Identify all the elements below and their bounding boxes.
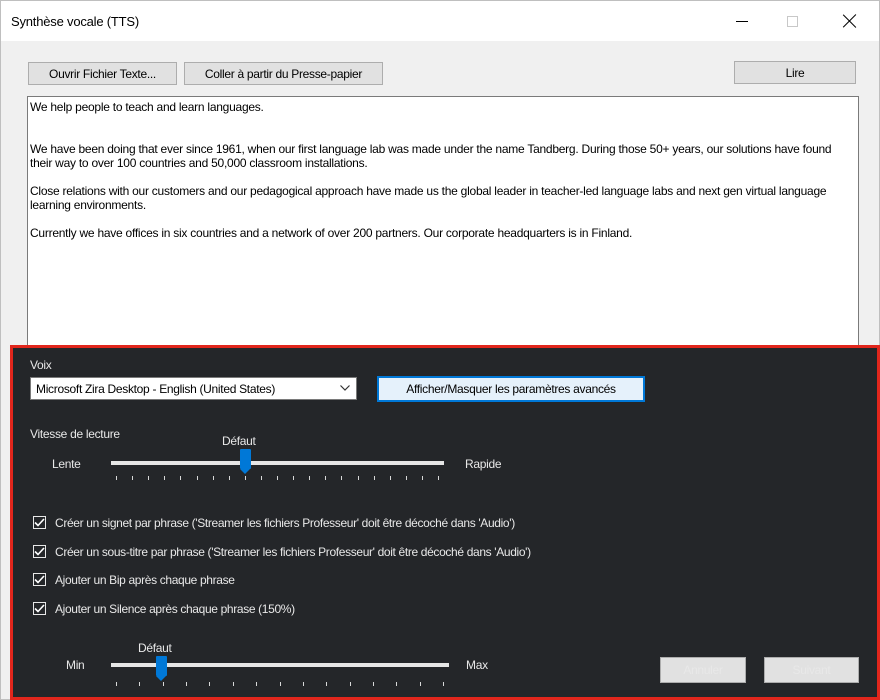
checkmark-icon (34, 547, 45, 556)
checkbox-subtitle-label: Créer un sous-titre par phrase ('Streame… (55, 545, 531, 559)
slider-tick (373, 682, 374, 686)
slider-tick (233, 682, 234, 686)
slider-tick (309, 476, 310, 480)
checkbox-silence-after-sentence[interactable] (33, 602, 46, 615)
speed-slider-ticks (116, 476, 439, 481)
slider-tick (116, 476, 117, 480)
slider-tick (116, 682, 117, 686)
slider-tick (163, 682, 164, 686)
title-bar: Synthèse vocale (TTS) (1, 1, 879, 41)
speed-default-label: Défaut (222, 434, 256, 448)
slider-tick (213, 476, 214, 480)
checkmark-icon (34, 575, 45, 584)
checkbox-subtitle-per-sentence[interactable] (33, 545, 46, 558)
close-icon (843, 14, 857, 28)
silence-slider-ticks (116, 682, 444, 687)
voice-select[interactable]: Microsoft Zira Desktop - English (United… (30, 377, 357, 400)
slider-tick (406, 476, 407, 480)
slider-tick (180, 476, 181, 480)
slider-tick (245, 476, 246, 480)
silence-min-label: Min (66, 658, 85, 672)
silence-default-label: Défaut (138, 641, 172, 655)
slider-tick (280, 682, 281, 686)
slider-tick (390, 476, 391, 480)
text-paragraph: We help people to teach and learn langua… (30, 100, 264, 114)
slider-tick (261, 476, 262, 480)
checkmark-icon (34, 518, 45, 527)
slider-tick (197, 476, 198, 480)
speed-max-label: Rapide (465, 457, 502, 471)
minimize-icon (736, 20, 748, 22)
slider-tick (438, 476, 439, 480)
window-title: Synthèse vocale (TTS) (11, 14, 140, 29)
silence-slider-thumb[interactable] (156, 656, 167, 681)
checkbox-bookmark-per-sentence[interactable] (33, 516, 46, 529)
slider-tick (186, 682, 187, 686)
minimize-button[interactable] (719, 1, 765, 41)
maximize-icon (786, 15, 798, 27)
checkmark-icon (34, 604, 45, 613)
speed-label: Vitesse de lecture (30, 427, 120, 441)
read-button[interactable]: Lire (734, 61, 856, 84)
checkbox-beep-label: Ajouter un Bip après chaque phrase (55, 573, 235, 587)
checkbox-silence-label: Ajouter un Silence après chaque phrase (… (55, 602, 295, 616)
slider-tick (358, 476, 359, 480)
paste-clipboard-button[interactable]: Coller à partir du Presse-papier (184, 62, 383, 85)
slider-tick (326, 682, 327, 686)
slider-tick (148, 476, 149, 480)
slider-tick (139, 682, 140, 686)
text-paragraph: Currently we have offices in six countri… (30, 226, 633, 240)
slider-tick (422, 476, 423, 480)
slider-tick (341, 476, 342, 480)
slider-tick (374, 476, 375, 480)
checkbox-beep-after-sentence[interactable] (33, 573, 46, 586)
slider-tick (229, 476, 230, 480)
speed-slider-track[interactable] (111, 461, 444, 465)
slider-tick (256, 682, 257, 686)
tts-window: Synthèse vocale (TTS) Ouvrir Fichier Tex… (0, 0, 880, 700)
slider-tick (350, 682, 351, 686)
close-button[interactable] (827, 1, 873, 41)
slider-tick (277, 476, 278, 480)
slider-tick (443, 682, 444, 686)
maximize-button[interactable] (769, 1, 815, 41)
text-paragraph: We have been doing that ever since 1961,… (30, 142, 832, 170)
slider-tick (420, 682, 421, 686)
speed-slider-thumb[interactable] (240, 449, 251, 474)
voice-label: Voix (30, 358, 52, 372)
slider-tick (164, 476, 165, 480)
chevron-down-icon (338, 380, 352, 396)
slider-tick (325, 476, 326, 480)
checkbox-bookmark-label: Créer un signet par phrase ('Streamer le… (55, 516, 515, 530)
speed-min-label: Lente (52, 457, 81, 471)
slider-tick (293, 476, 294, 480)
next-button[interactable]: Suivant (764, 657, 859, 683)
settings-panel: Voix Microsoft Zira Desktop - English (U… (10, 345, 880, 700)
text-input-area[interactable]: We help people to teach and learn langua… (27, 96, 859, 351)
slider-tick (396, 682, 397, 686)
silence-max-label: Max (466, 658, 488, 672)
voice-select-value: Microsoft Zira Desktop - English (United… (36, 382, 276, 396)
text-paragraph: Close relations with our customers and o… (30, 184, 827, 212)
toggle-advanced-settings-button[interactable]: Afficher/Masquer les paramètres avancés (377, 376, 645, 402)
open-text-file-button[interactable]: Ouvrir Fichier Texte... (28, 62, 177, 85)
slider-tick (132, 476, 133, 480)
slider-tick (209, 682, 210, 686)
slider-tick (303, 682, 304, 686)
cancel-button[interactable]: Annuler (660, 657, 746, 683)
